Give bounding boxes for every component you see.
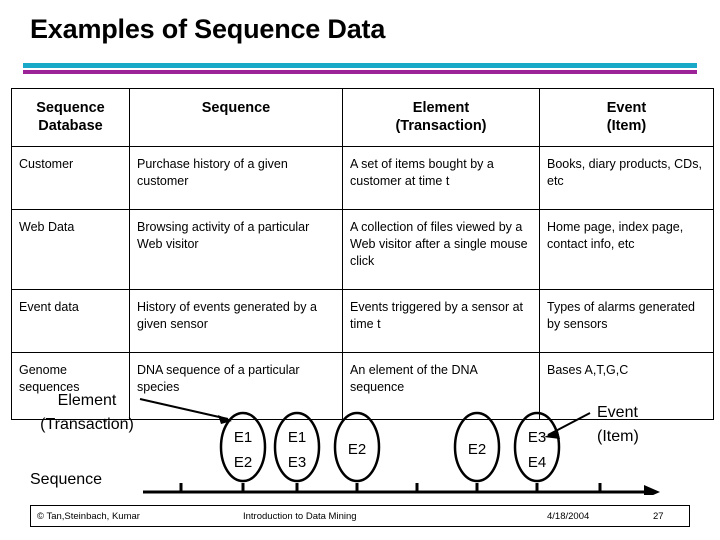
cell-database: Customer xyxy=(11,146,130,211)
timeline-axis xyxy=(143,483,660,495)
header-line-2: (Item) xyxy=(606,118,647,135)
event-item-label: E2 xyxy=(234,454,252,471)
element-ellipse-4: E2 xyxy=(453,411,501,483)
footer-copyright: © Tan,Steinbach, Kumar xyxy=(37,511,140,522)
event-item-label: E2 xyxy=(468,441,486,458)
event-item-label: E2 xyxy=(348,441,366,458)
footer-book-title: Introduction to Data Mining xyxy=(243,511,357,522)
table-row: Web Data Browsing activity of a particul… xyxy=(11,209,714,291)
header-line-1: Sequence xyxy=(36,100,105,116)
event-item-label: E1 xyxy=(234,429,252,446)
sequence-data-table: Sequence Database Sequence Element (Tran… xyxy=(11,87,714,421)
header-line-2: (Transaction) xyxy=(395,118,487,135)
table-header-row: Sequence Database Sequence Element (Tran… xyxy=(11,87,714,148)
cell-database: Web Data xyxy=(11,209,130,291)
column-header-event: Event (Item) xyxy=(539,87,714,148)
header-line-1: Element xyxy=(412,100,470,116)
event-item-label: E3 xyxy=(288,454,306,471)
column-header-sequence: Sequence xyxy=(129,87,343,148)
header-line-1: Sequence xyxy=(201,100,271,116)
header-line-2: Database xyxy=(38,118,103,135)
element-annotation-line1: Element xyxy=(58,392,117,409)
cell-event: Books, diary products, CDs, etc xyxy=(539,146,714,211)
page-title: Examples of Sequence Data xyxy=(30,14,386,44)
event-annotation-line1: Event xyxy=(597,404,638,421)
sequence-axis-label: Sequence xyxy=(30,471,102,488)
footer-page-number: 27 xyxy=(653,511,664,522)
cell-element: Events triggered by a sensor at time t xyxy=(342,289,540,354)
cell-sequence: Purchase history of a given customer xyxy=(129,146,343,211)
event-item-label: E1 xyxy=(288,429,306,446)
slide-footer: © Tan,Steinbach, Kumar Introduction to D… xyxy=(30,505,690,527)
table-row: Event data History of events generated b… xyxy=(11,289,714,354)
divider-purple-line xyxy=(23,70,697,74)
event-item-label: E3 xyxy=(528,429,546,446)
sequence-timeline-diagram: Element (Transaction) Sequence Event (It… xyxy=(0,375,720,495)
element-ellipse-1: E1 E2 xyxy=(219,411,267,483)
cell-event: Types of alarms generated by sensors xyxy=(539,289,714,354)
cell-event: Home page, index page, contact info, etc xyxy=(539,209,714,291)
title-divider xyxy=(23,63,697,74)
column-header-sequence-database: Sequence Database xyxy=(11,87,130,148)
table-row: Customer Purchase history of a given cus… xyxy=(11,146,714,211)
event-annotation-line2: (Item) xyxy=(597,428,639,445)
cell-element: A set of items bought by a customer at t… xyxy=(342,146,540,211)
element-annotation-line2: (Transaction) xyxy=(40,416,134,433)
header-line-1: Event xyxy=(606,100,647,116)
element-annotation-arrow xyxy=(139,398,232,424)
cell-element: A collection of files viewed by a Web vi… xyxy=(342,209,540,291)
event-item-label: E4 xyxy=(528,454,546,471)
cell-sequence: History of events generated by a given s… xyxy=(129,289,343,354)
element-ellipse-5: E3 E4 xyxy=(513,411,561,483)
cell-database: Event data xyxy=(11,289,130,354)
column-header-element: Element (Transaction) xyxy=(342,87,540,148)
element-ellipse-2: E1 E3 xyxy=(273,411,321,483)
element-ellipse-3: E2 xyxy=(333,411,381,483)
footer-date: 4/18/2004 xyxy=(547,511,590,522)
cell-sequence: Browsing activity of a particular Web vi… xyxy=(129,209,343,291)
event-annotation-arrow xyxy=(544,412,591,439)
